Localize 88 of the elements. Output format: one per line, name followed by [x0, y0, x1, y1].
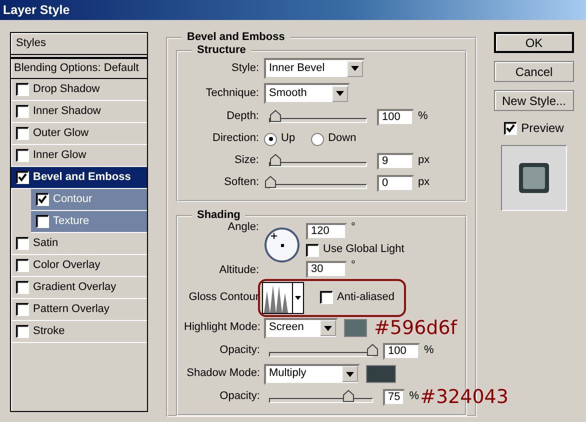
- caret-icon[interactable]: [292, 282, 303, 312]
- number-field[interactable]: 100: [377, 108, 414, 126]
- checkbox-label: Preview: [521, 120, 564, 136]
- field-label: Soften:: [223, 176, 260, 190]
- unit-label: px: [418, 154, 430, 168]
- checkbox[interactable]: [16, 171, 29, 184]
- dialog-button[interactable]: Cancel: [494, 61, 574, 82]
- style-list-item[interactable]: Texture: [31, 211, 147, 233]
- window-title: Layer Style: [0, 0, 586, 20]
- unit-label: %: [409, 390, 420, 404]
- checkbox[interactable]: [320, 291, 333, 304]
- dropdown[interactable]: Smooth: [264, 83, 350, 104]
- degree-label: °: [351, 259, 356, 272]
- style-list-item[interactable]: Pattern Overlay: [11, 299, 147, 321]
- style-list-item[interactable]: Contour: [31, 189, 147, 211]
- checkbox[interactable]: [16, 83, 29, 96]
- style-list-item[interactable]: Outer Glow: [11, 123, 147, 145]
- checkbox[interactable]: [16, 281, 29, 294]
- checkbox[interactable]: [16, 325, 29, 338]
- checkbox[interactable]: [16, 237, 29, 250]
- dropdown[interactable]: Inner Bevel: [264, 58, 365, 79]
- caret-icon: [332, 86, 348, 102]
- checkbox-label: Use Global Light: [323, 243, 404, 257]
- dropdown[interactable]: Multiply: [264, 364, 360, 384]
- style-list-item[interactable]: Drop Shadow: [11, 79, 147, 101]
- field-label: Angle:: [226, 221, 260, 234]
- checkbox[interactable]: [306, 244, 319, 256]
- number-field[interactable]: 30: [306, 260, 347, 278]
- field-label: Opacity:: [218, 390, 261, 404]
- section-title: Structure: [196, 45, 247, 56]
- checkbox[interactable]: [16, 105, 29, 118]
- unit-label: px: [418, 176, 430, 190]
- checkbox[interactable]: [36, 193, 49, 206]
- style-list-item[interactable]: Styles: [11, 33, 147, 55]
- caret-icon: [320, 320, 336, 336]
- slider-thumb[interactable]: [265, 176, 276, 188]
- number-field[interactable]: 120: [306, 222, 347, 240]
- unit-label: %: [424, 344, 434, 358]
- field-label: Opacity:: [218, 344, 261, 358]
- checkbox[interactable]: [16, 259, 29, 272]
- style-list-item[interactable]: Inner Shadow: [11, 101, 147, 123]
- annotation-text: #324043: [420, 388, 508, 406]
- style-list-item[interactable]: Gradient Overlay: [11, 277, 147, 299]
- style-list-item[interactable]: Color Overlay: [11, 255, 147, 277]
- field-label: Size:: [234, 154, 260, 168]
- number-field[interactable]: 9: [377, 152, 414, 170]
- radio-button[interactable]: Up: [264, 132, 296, 146]
- field-label: Technique:: [204, 86, 260, 100]
- checkbox[interactable]: [16, 127, 29, 140]
- degree-label: °: [351, 221, 356, 234]
- color-swatch[interactable]: [344, 319, 367, 337]
- style-list-item[interactable]: Blending Options: Default: [11, 57, 147, 79]
- field-label: Shadow Mode:: [186, 367, 261, 381]
- unit-label: %: [418, 110, 428, 124]
- field-label: Depth:: [226, 110, 260, 124]
- style-list-item[interactable]: Stroke: [11, 321, 147, 343]
- style-list-item[interactable]: Bevel and Emboss: [11, 167, 147, 189]
- style-list-item[interactable]: Satin: [11, 233, 147, 255]
- slider-thumb[interactable]: [270, 154, 281, 166]
- field-label: Style:: [230, 62, 260, 76]
- checkbox[interactable]: [36, 215, 49, 228]
- section-title: Shading: [196, 210, 242, 221]
- field-label: Direction:: [212, 132, 260, 146]
- number-field[interactable]: 75: [383, 388, 406, 406]
- number-field[interactable]: 100: [383, 342, 420, 360]
- dialog-button[interactable]: New Style...: [494, 90, 574, 111]
- dropdown[interactable]: Screen: [264, 318, 338, 338]
- caret-icon: [342, 366, 358, 382]
- slider-thumb[interactable]: [342, 390, 354, 402]
- checkbox[interactable]: [16, 303, 29, 316]
- checkbox[interactable]: [16, 149, 29, 162]
- slider-thumb[interactable]: [270, 110, 281, 122]
- contour-picker[interactable]: [262, 282, 304, 314]
- annotation-text: #596d6f: [374, 318, 457, 338]
- field-label: Gloss Contour: [188, 290, 260, 304]
- dialog-button[interactable]: OK: [494, 32, 574, 53]
- radio-button[interactable]: Down: [311, 132, 356, 146]
- angle-dial[interactable]: [264, 227, 300, 263]
- caret-icon: [347, 60, 363, 76]
- field-label: Highlight Mode:: [184, 321, 262, 335]
- style-preview-icon: [518, 162, 550, 194]
- section-title: Bevel and Emboss: [186, 32, 286, 43]
- field-label: Altitude:: [218, 264, 260, 277]
- slider-thumb[interactable]: [367, 344, 378, 356]
- number-field[interactable]: 0: [377, 174, 414, 192]
- color-swatch[interactable]: [366, 365, 396, 383]
- checkbox[interactable]: [504, 122, 518, 134]
- checkbox-label: Anti-aliased: [337, 290, 394, 304]
